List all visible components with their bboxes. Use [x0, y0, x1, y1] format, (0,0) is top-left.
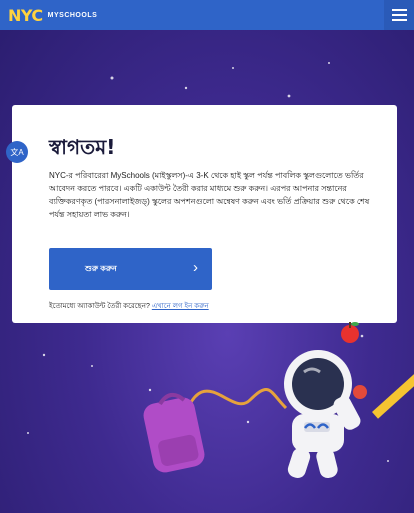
welcome-description: NYC-র পরিবারেরা MySchools (মাইস্কুলস)-এ … [49, 171, 370, 219]
signin-prompt-text: ইতোমধ্যে অ্যাকাউন্ট তৈরী করেছেন? [49, 303, 150, 310]
top-navigation-bar: NYC MYSCHOOLS [0, 0, 414, 30]
get-started-button[interactable]: শুরু করুন › [49, 248, 212, 290]
signin-prompt: ইতোমধ্যে অ্যাকাউন্ট তৈরী করেছেন? এখানে ল… [49, 300, 209, 312]
translate-icon[interactable]: 文A [6, 141, 28, 163]
get-started-label: শুরু করুন [85, 263, 117, 273]
page-title: স্বাগতম! [49, 135, 116, 159]
nyc-myschools-logo[interactable]: NYC MYSCHOOLS [8, 6, 97, 25]
logo-nyc-text: NYC [8, 5, 43, 25]
login-link[interactable]: এখানে লগ ইন করুন [152, 303, 209, 310]
chevron-right-icon: › [193, 259, 198, 276]
logo-myschools-text: MYSCHOOLS [47, 11, 98, 19]
hamburger-menu-icon[interactable] [384, 0, 414, 30]
welcome-card: 文A স্বাগতম! NYC-র পরিবারেরা MySchools (ম… [6, 105, 397, 323]
